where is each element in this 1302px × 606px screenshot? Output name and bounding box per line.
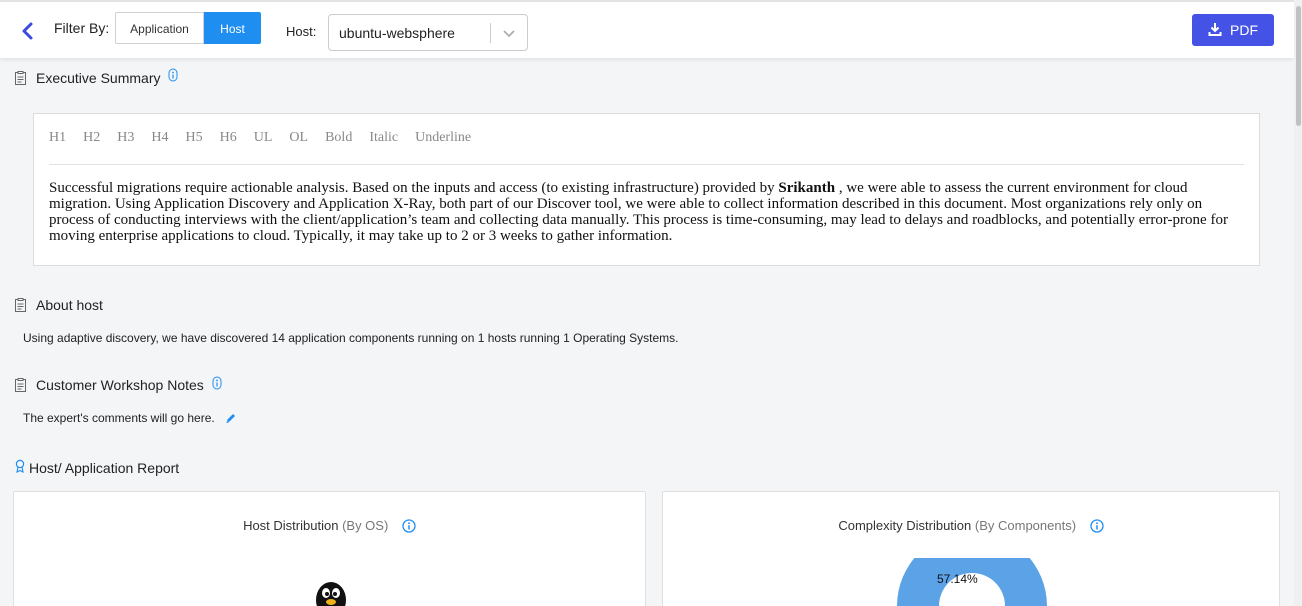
about-host-heading: About host xyxy=(15,297,103,313)
info-icon[interactable] xyxy=(1090,519,1104,533)
about-host-text: Using adaptive discovery, we have discov… xyxy=(23,331,679,345)
host-distribution-subtitle: (By OS) xyxy=(342,518,389,533)
info-icon[interactable] xyxy=(212,376,222,390)
toolbar-underline-button[interactable]: Underline xyxy=(415,130,471,146)
complexity-distribution-card: Complexity Distribution (By Components) … xyxy=(662,491,1280,606)
download-pdf-button[interactable]: PDF xyxy=(1192,14,1274,46)
chevron-down-icon[interactable] xyxy=(501,25,517,41)
host-distribution-card: Host Distribution (By OS) xyxy=(13,491,646,606)
filter-by-label: Filter By: xyxy=(54,20,110,36)
filter-host-button[interactable]: Host xyxy=(204,12,261,44)
filter-application-button[interactable]: Application xyxy=(115,12,204,44)
summary-author: Srikanth xyxy=(778,180,836,196)
workshop-notes-heading: Customer Workshop Notes xyxy=(15,376,222,393)
select-separator xyxy=(490,23,491,43)
workshop-notes-row: The expert's comments will go here. xyxy=(23,411,237,425)
back-chevron-icon[interactable] xyxy=(18,20,38,42)
toolbar-ol-button[interactable]: OL xyxy=(289,130,308,146)
host-select-value: ubuntu-websphere xyxy=(339,25,455,41)
summary-text-start: Successful migrations require actionable… xyxy=(49,180,779,196)
report-title: Host/ Application Report xyxy=(29,459,180,476)
document-icon xyxy=(15,298,26,312)
toolbar-ul-button[interactable]: UL xyxy=(254,130,273,146)
toolbar-h3-button[interactable]: H3 xyxy=(117,130,134,146)
info-icon[interactable] xyxy=(168,68,178,82)
document-icon xyxy=(15,71,26,85)
editor-content[interactable]: Successful migrations require actionable… xyxy=(49,180,1229,244)
workshop-notes-title: Customer Workshop Notes xyxy=(36,377,204,393)
award-ribbon-icon xyxy=(15,459,25,476)
host-label: Host: xyxy=(286,24,317,39)
edit-pencil-icon[interactable] xyxy=(225,412,237,424)
report-heading: Host/ Application Report xyxy=(15,459,179,476)
toolbar-italic-button[interactable]: Italic xyxy=(369,130,398,146)
toolbar-h5-button[interactable]: H5 xyxy=(186,130,203,146)
host-distribution-heading: Host Distribution (By OS) xyxy=(14,518,645,533)
host-distribution-title: Host Distribution xyxy=(243,518,339,533)
executive-summary-editor[interactable]: H1 H2 H3 H4 H5 H6 UL OL Bold Italic Unde… xyxy=(33,113,1260,266)
toolbar-bold-button[interactable]: Bold xyxy=(325,130,352,146)
complexity-distribution-title: Complexity Distribution xyxy=(838,518,972,533)
toolbar-h2-button[interactable]: H2 xyxy=(83,130,100,146)
scrollbar-thumb[interactable] xyxy=(1296,6,1301,126)
donut-hole xyxy=(943,594,1001,606)
toolbar-h4-button[interactable]: H4 xyxy=(151,130,168,146)
linux-penguin-icon xyxy=(314,580,348,606)
host-select[interactable]: ubuntu-websphere xyxy=(328,14,528,51)
toolbar-h6-button[interactable]: H6 xyxy=(220,130,237,146)
complexity-distribution-heading: Complexity Distribution (By Components) xyxy=(663,518,1279,533)
top-toolbar: Filter By: Application Host Host: ubuntu… xyxy=(0,0,1294,58)
filter-toggle: Application Host xyxy=(115,12,261,46)
document-icon xyxy=(15,378,26,392)
toolbar-h1-button[interactable]: H1 xyxy=(49,130,66,146)
info-icon[interactable] xyxy=(402,519,416,533)
editor-toolbar: H1 H2 H3 H4 H5 H6 UL OL Bold Italic Unde… xyxy=(49,130,488,146)
about-host-title: About host xyxy=(36,297,103,313)
workshop-notes-text: The expert's comments will go here. xyxy=(23,411,215,425)
donut-percent-label: 57.14% xyxy=(937,572,978,586)
editor-divider xyxy=(49,164,1244,165)
complexity-distribution-subtitle: (By Components) xyxy=(974,518,1077,533)
executive-summary-title: Executive Summary xyxy=(36,70,161,86)
download-icon xyxy=(1208,22,1222,39)
executive-summary-heading: Executive Summary xyxy=(15,68,178,86)
pdf-button-label: PDF xyxy=(1230,22,1258,38)
